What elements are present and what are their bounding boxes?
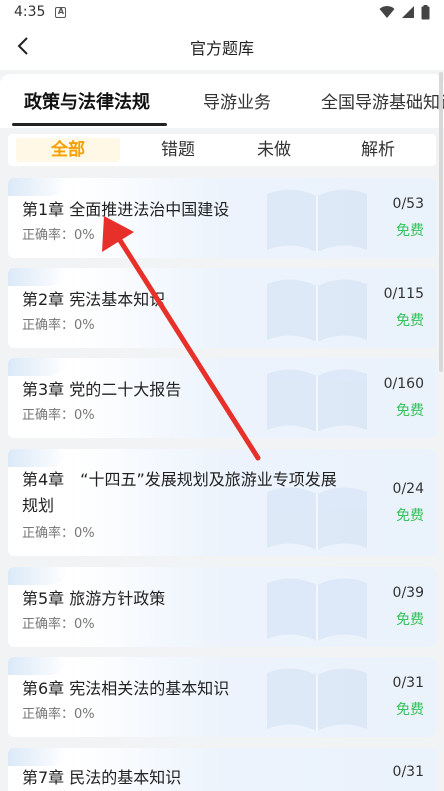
free-badge: 免费 [396, 702, 424, 718]
battery-icon [421, 4, 430, 19]
accuracy-rate: 正确率：0% [22, 318, 95, 333]
sim-icon: A [55, 6, 67, 18]
accuracy-rate: 正确率：0% [22, 228, 95, 243]
accuracy-rate: 正确率：0% [22, 617, 95, 632]
chapter-card[interactable]: 第1章 全面推进法治中国建设 正确率：0% 0/53 免费 [8, 178, 436, 258]
chapter-title: 第1章 全面推进法治中国建设 [22, 200, 230, 219]
filter-wrong[interactable]: 错题 [126, 138, 230, 162]
progress-count: 0/160 [383, 376, 424, 392]
chapter-card[interactable]: 第7章 民法的基本知识 0/31 [8, 748, 436, 791]
accuracy-rate: 正确率：0% [22, 526, 95, 541]
progress-count: 0/39 [392, 585, 424, 601]
status-time: 4:35 [14, 4, 46, 20]
navbar: 官方题库 [0, 24, 444, 70]
free-badge: 免费 [396, 223, 424, 239]
filter-all[interactable]: 全部 [16, 138, 120, 162]
chapter-card[interactable]: 第2章 宪法基本知识 正确率：0% 0/115 免费 [8, 268, 436, 348]
tab-guide-basics[interactable]: 全国导游基础知识 [321, 88, 444, 113]
progress-count: 0/24 [392, 481, 424, 497]
chapter-title-line2: 规划 [22, 496, 55, 515]
book-watermark-icon [267, 189, 367, 252]
book-watermark-icon [267, 578, 367, 641]
book-watermark-icon [267, 668, 367, 731]
chapter-title: 第7章 民法的基本知识 [22, 768, 182, 787]
chapter-card[interactable]: 第4章 “十四五”发展规划及旅游业专项发展 规划 正确率：0% 0/24 免费 [8, 449, 436, 556]
chapter-title: 第5章 旅游方针政策 [22, 589, 166, 608]
back-arrow-icon[interactable] [12, 34, 36, 58]
scrollbar[interactable] [439, 72, 443, 372]
book-watermark-icon [267, 279, 367, 342]
book-watermark-icon [267, 369, 367, 432]
subject-tabs: 政策与法律法规 导游业务 全国导游基础知识 [0, 74, 444, 128]
tab-guide-business[interactable]: 导游业务 [203, 88, 271, 113]
free-badge: 免费 [396, 403, 424, 419]
chapter-title: 第2章 宪法基本知识 [22, 290, 166, 309]
free-badge: 免费 [396, 612, 424, 628]
chapter-title: 第3章 党的二十大报告 [22, 380, 182, 399]
page-title: 官方题库 [189, 39, 254, 58]
chapter-card[interactable]: 第6章 宪法相关法的基本知识 正确率：0% 0/31 免费 [8, 657, 436, 737]
filter-analysis[interactable]: 解析 [326, 138, 430, 162]
filter-undone[interactable]: 未做 [222, 138, 326, 162]
active-tab-indicator [12, 123, 167, 126]
progress-count: 0/115 [383, 286, 424, 302]
progress-count: 0/31 [392, 675, 424, 691]
chapter-card[interactable]: 第5章 旅游方针政策 正确率：0% 0/39 免费 [8, 567, 436, 647]
chapter-title: 第6章 宪法相关法的基本知识 [22, 679, 230, 698]
wifi-icon [379, 6, 395, 19]
free-badge: 免费 [396, 508, 424, 524]
book-watermark-icon [267, 487, 367, 550]
free-badge: 免费 [396, 313, 424, 329]
tab-policy-law[interactable]: 政策与法律法规 [24, 88, 150, 114]
progress-count: 0/53 [392, 196, 424, 212]
filter-bar: 全部 错题 未做 解析 [8, 134, 436, 166]
status-bar: 4:35 A [0, 0, 444, 24]
status-icons [379, 4, 430, 20]
signal-icon [402, 6, 414, 18]
accuracy-rate: 正确率：0% [22, 707, 95, 722]
chapter-card[interactable]: 第3章 党的二十大报告 正确率：0% 0/160 免费 [8, 358, 436, 438]
accuracy-rate: 正确率：0% [22, 408, 95, 423]
chapter-title: 第4章 “十四五”发展规划及旅游业专项发展 [22, 470, 337, 489]
progress-count: 0/31 [392, 764, 424, 780]
